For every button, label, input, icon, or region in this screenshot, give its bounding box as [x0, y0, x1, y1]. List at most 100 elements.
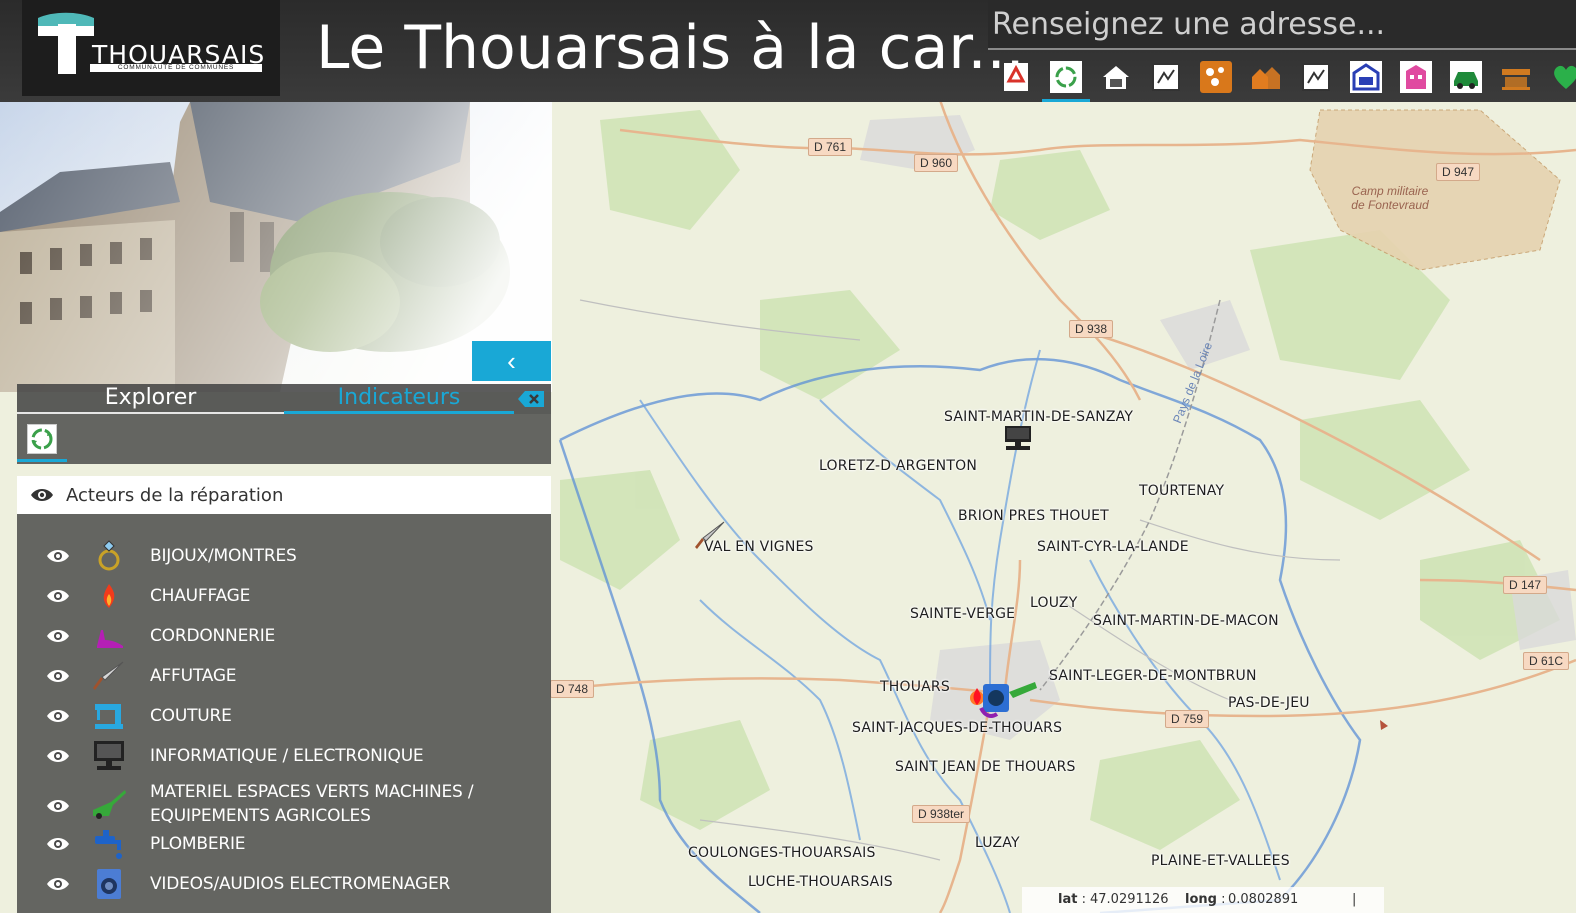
commune-label: LUCHE-THOUARSAIS: [748, 874, 893, 890]
eye-icon[interactable]: [46, 876, 70, 892]
commune-label: THOUARS: [880, 679, 950, 695]
coordinates-bar: lat : 47.0291126 long : 0.0802891 |: [1022, 887, 1384, 913]
recycle-icon: [31, 428, 53, 450]
layer-header[interactable]: Acteurs de la réparation: [17, 476, 551, 514]
repair-theme-icon: [1050, 61, 1082, 93]
eye-icon[interactable]: [46, 708, 70, 724]
long-value: 0.0802891: [1228, 892, 1299, 907]
legend-item[interactable]: BIJOUX/MONTRES: [17, 536, 551, 576]
board-theme-button[interactable]: [1150, 61, 1182, 93]
commune-label: SAINT-MARTIN-DE-MACON: [1093, 613, 1279, 629]
shoe-icon: [97, 630, 123, 648]
eye-icon[interactable]: [46, 588, 70, 604]
heart-theme-icon: [1554, 65, 1576, 89]
lat-label: lat: [1058, 892, 1078, 907]
market-theme-button[interactable]: [1500, 61, 1532, 93]
eye-icon[interactable]: [30, 487, 54, 503]
legend-label: MATERIEL ESPACES VERTS MACHINES / EQUIPE…: [150, 782, 474, 826]
house-energy-theme-icon: [1103, 66, 1129, 89]
road-label: D 748: [550, 680, 595, 698]
legend-item[interactable]: MATERIEL ESPACES VERTS MACHINES / EQUIPE…: [17, 780, 551, 828]
car-theme-icon: [1450, 61, 1482, 93]
legend-item[interactable]: COUTURE: [17, 696, 551, 736]
house-energy-theme-button[interactable]: [1100, 61, 1132, 93]
repair-theme-button[interactable]: [1042, 61, 1090, 102]
legend-item[interactable]: AFFUTAGE: [17, 656, 551, 696]
legend-label: BIJOUX/MONTRES: [150, 546, 297, 566]
app-header: THOUARSAIS COMMUNAUTÉ DE COMMUNES Le Tho…: [0, 0, 1576, 102]
road-label: D 147: [1503, 576, 1548, 594]
legend-label: VIDEOS/AUDIOS ELECTROMENAGER: [150, 874, 451, 894]
market-theme-icon: [1502, 69, 1530, 90]
computer-marker-icon[interactable]: [1002, 424, 1034, 452]
layer-title: Acteurs de la réparation: [66, 485, 284, 506]
legend-item[interactable]: INFORMATIQUE / ELECTRONIQUE: [17, 736, 551, 776]
repair-theme-chip[interactable]: [27, 424, 57, 454]
car-theme-button[interactable]: [1450, 61, 1482, 93]
commune-label: COULONGES-THOUARSAIS: [688, 845, 876, 861]
legend-item[interactable]: PLOMBERIE: [17, 824, 551, 864]
thouars-marker-cluster[interactable]: [965, 680, 1045, 724]
pink-building-theme-button[interactable]: [1400, 61, 1432, 93]
tab-indicateurs[interactable]: Indicateurs: [284, 384, 514, 414]
legend-item[interactable]: CHAUFFAGE: [17, 576, 551, 616]
legend-item[interactable]: VIDEOS/AUDIOS ELECTROMENAGER: [17, 864, 551, 904]
houses-theme-icon: [1252, 67, 1280, 89]
map-pin-icon: [1380, 720, 1388, 730]
board-theme-icon: [1152, 63, 1180, 91]
building-theme-icon: [1350, 61, 1382, 93]
road-label: D 960: [914, 154, 959, 172]
commune-label: SAINT-LEGER-DE-MONTBRUN: [1049, 668, 1257, 684]
board-2-theme-icon: [1302, 63, 1330, 91]
road-label: D 938ter: [912, 805, 971, 823]
dots-theme-icon: [1200, 61, 1232, 93]
collapse-panel-button[interactable]: ‹: [472, 341, 551, 381]
address-search-input[interactable]: [992, 4, 1572, 44]
lawnmower-icon: [93, 790, 126, 819]
knife-marker-icon[interactable]: [694, 519, 728, 551]
road-label: D 761: [808, 138, 853, 156]
legend-label: COUTURE: [150, 706, 232, 726]
board-2-theme-button[interactable]: [1300, 61, 1332, 93]
eye-icon[interactable]: [46, 628, 70, 644]
area-label: Camp militaire de Fontevraud: [1351, 184, 1429, 212]
commune-label: LOUZY: [1030, 595, 1078, 611]
legend-label: CORDONNERIE: [150, 626, 276, 646]
logo-t-icon: [38, 12, 94, 74]
houses-theme-button[interactable]: [1250, 61, 1282, 93]
hero-image: [0, 102, 552, 392]
castle-photo: [0, 102, 552, 392]
faucet-icon: [95, 830, 122, 859]
road-label: D 61C: [1523, 652, 1570, 670]
legend-label: AFFUTAGE: [150, 666, 237, 686]
commune-label: SAINTE-VERGE: [910, 606, 1016, 622]
clear-filter-icon[interactable]: [517, 390, 545, 408]
knife-icon: [93, 661, 124, 690]
eye-icon[interactable]: [46, 548, 70, 564]
legend-item[interactable]: CORDONNERIE: [17, 616, 551, 656]
address-search: [988, 0, 1576, 50]
active-theme-chips: [17, 414, 551, 464]
building-theme-button[interactable]: [1350, 61, 1382, 93]
logo-subtext: COMMUNAUTÉ DE COMMUNES: [90, 64, 262, 72]
heart-theme-button[interactable]: [1550, 61, 1576, 93]
legend-list: BIJOUX/MONTRES CHAUFFAGE CORDONNERIE AFFUTA…: [17, 514, 551, 913]
long-label: long: [1185, 892, 1217, 907]
dots-theme-button[interactable]: [1200, 61, 1232, 93]
commune-label: SAINT-CYR-LA-LANDE: [1037, 539, 1189, 555]
eye-icon[interactable]: [46, 668, 70, 684]
eye-icon[interactable]: [46, 836, 70, 852]
flame-icon: [103, 584, 115, 608]
commune-label: PLAINE-ET-VALLEES: [1151, 853, 1290, 869]
ring-icon: [98, 540, 120, 571]
legend-label: INFORMATIQUE / ELECTRONIQUE: [150, 746, 424, 766]
app-title: Le Thouarsais à la car...: [316, 13, 1025, 83]
road-label: D 947: [1436, 163, 1481, 181]
recycling-theme-button[interactable]: [1000, 61, 1032, 93]
eye-icon[interactable]: [46, 748, 70, 764]
sewing-machine-icon: [95, 704, 123, 729]
eye-icon[interactable]: [46, 798, 70, 814]
logo[interactable]: THOUARSAIS COMMUNAUTÉ DE COMMUNES: [22, 0, 280, 96]
tab-explorer[interactable]: Explorer: [17, 384, 284, 414]
commune-label: SAINT-MARTIN-DE-SANZAY: [944, 409, 1134, 425]
